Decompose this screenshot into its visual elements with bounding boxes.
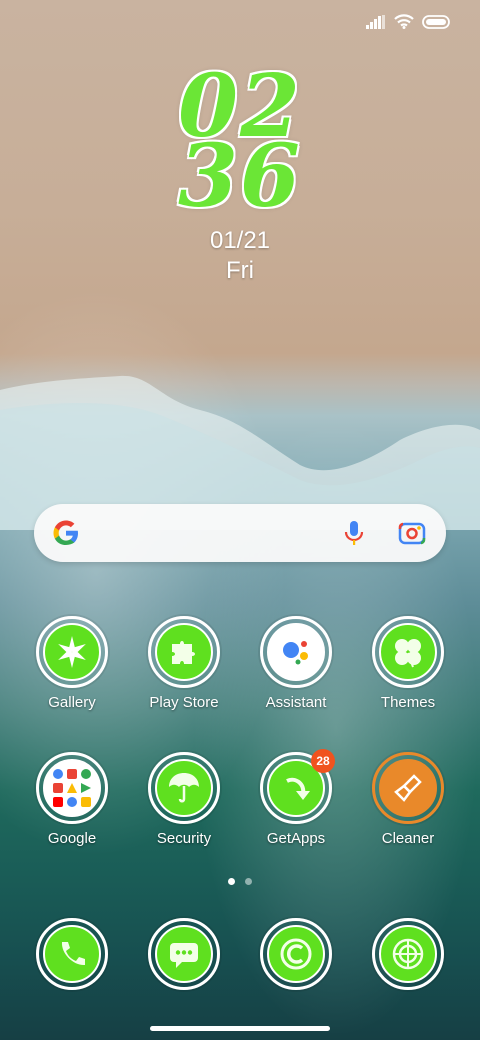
app-getapps[interactable]: 28 GetApps: [241, 749, 351, 847]
phone-icon: [61, 942, 85, 966]
page-dot: [245, 878, 252, 885]
date-weekday: Fri: [226, 257, 254, 284]
app-play-store[interactable]: Play Store: [129, 616, 239, 711]
app-themes[interactable]: Themes: [353, 616, 463, 711]
app-security[interactable]: Security: [129, 752, 239, 847]
app-label: Themes: [380, 694, 436, 711]
google-search-bar[interactable]: [34, 504, 446, 562]
app-label: Cleaner: [381, 830, 435, 847]
app-cleaner[interactable]: Cleaner: [353, 752, 463, 847]
signal-icon: [366, 14, 385, 29]
app-label: Security: [156, 830, 212, 847]
date-day-month: 01/21: [209, 227, 271, 254]
page-indicator: [0, 878, 480, 885]
broom-icon: [394, 774, 422, 802]
browser-icon: [280, 938, 312, 970]
gesture-bar[interactable]: [150, 1026, 330, 1031]
google-logo-icon: [53, 520, 78, 545]
gallery-icon: [58, 636, 86, 668]
google-folder-icon: [53, 769, 91, 807]
messages-icon: [170, 943, 198, 968]
dock-phone[interactable]: [17, 918, 127, 990]
app-label: Play Store: [149, 694, 219, 711]
battery-icon: [422, 14, 450, 29]
getapps-arrow-icon: [286, 777, 310, 800]
dock-messages[interactable]: [129, 918, 239, 990]
umbrella-icon: [169, 773, 199, 803]
clock-widget[interactable]: 02 36: [0, 64, 480, 227]
clock-minute: 36: [178, 126, 302, 227]
puzzle-icon: [172, 641, 195, 664]
microphone-icon[interactable]: [342, 519, 366, 547]
notification-badge: 28: [311, 749, 335, 773]
google-lens-icon[interactable]: [398, 519, 426, 547]
app-label: Google: [47, 830, 97, 847]
app-gallery[interactable]: Gallery: [17, 616, 127, 711]
page-dot-active: [228, 878, 235, 885]
app-assistant[interactable]: Assistant: [241, 616, 351, 711]
clover-icon: [395, 639, 421, 668]
app-label: GetApps: [266, 830, 326, 847]
camera-icon: [392, 938, 424, 970]
app-label: Gallery: [48, 694, 96, 711]
assistant-icon: [283, 641, 308, 665]
dock-camera[interactable]: [353, 918, 463, 990]
app-google-folder[interactable]: Google: [17, 752, 127, 847]
status-bar: [366, 14, 452, 29]
wifi-icon: [394, 14, 414, 29]
dock-browser[interactable]: [241, 918, 351, 990]
app-label: Assistant: [265, 694, 327, 711]
